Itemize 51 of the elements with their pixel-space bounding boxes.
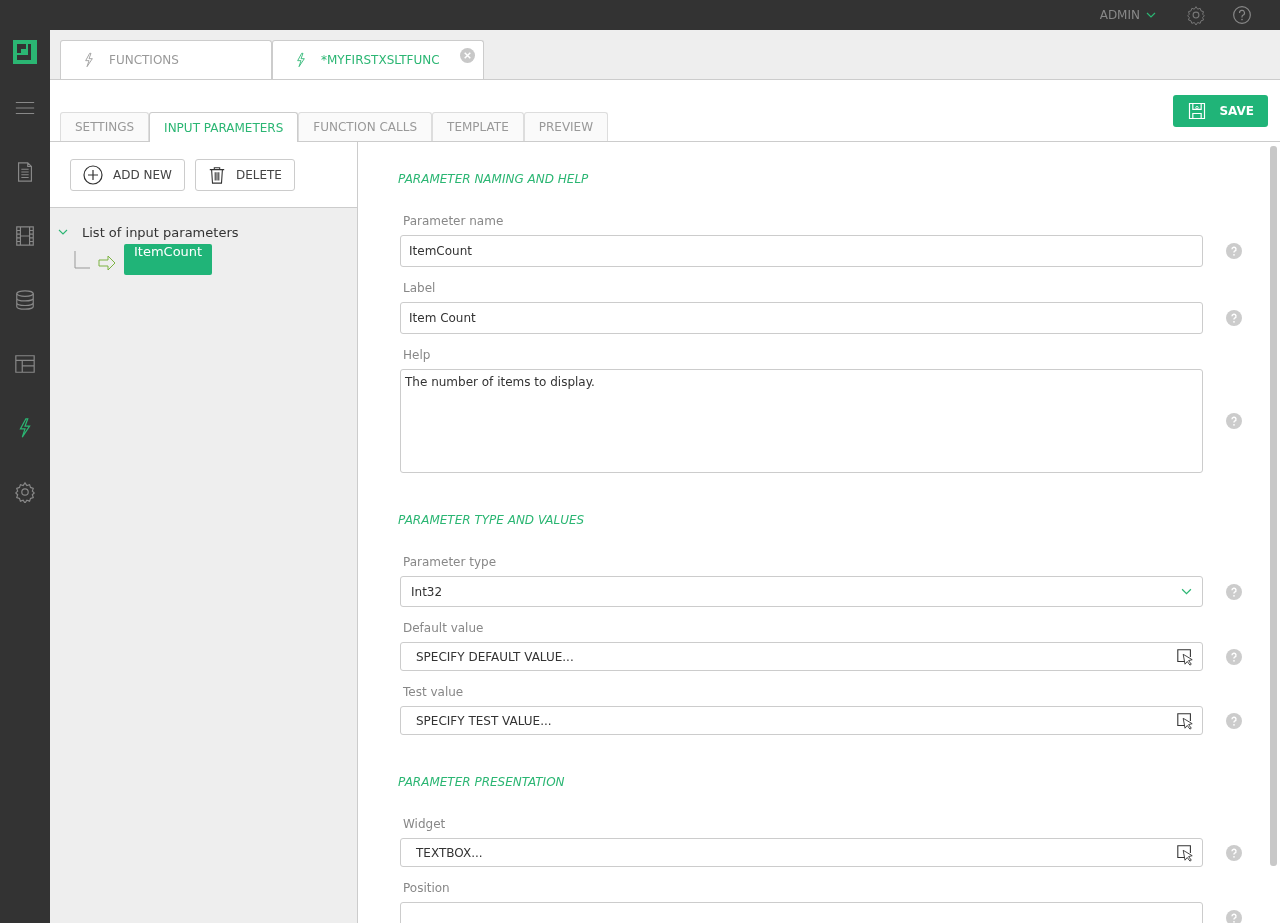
help-icon[interactable]	[1226, 243, 1242, 259]
tab-label: FUNCTIONS	[109, 53, 180, 67]
expand-caret-icon[interactable]	[58, 227, 68, 237]
delete-button[interactable]: DELETE	[194, 158, 295, 191]
arrow-right-icon	[98, 255, 116, 271]
field-label: Test value	[403, 685, 465, 699]
cursor-icon[interactable]	[1176, 843, 1194, 862]
help-icon[interactable]	[1232, 5, 1252, 25]
add-button[interactable]: ADD NEW	[70, 158, 185, 191]
field-label: Help	[403, 348, 432, 362]
help-textarea[interactable]: The number of items to display.	[400, 369, 1203, 473]
chevron-down-icon	[1181, 588, 1192, 595]
help-icon[interactable]	[1226, 583, 1242, 600]
floppy-disk-icon	[1187, 101, 1208, 121]
user-menu[interactable]: ADMIN	[1099, 8, 1156, 22]
tab-label: *MYFIRSTXSLTFUNC	[321, 53, 441, 67]
input-field[interactable]: ItemCount	[400, 235, 1203, 267]
field-label: Parameter name	[403, 214, 505, 228]
tree-connector	[74, 251, 90, 269]
close-icon[interactable]	[460, 47, 475, 63]
field-label: Default value	[403, 621, 485, 635]
scrollbar[interactable]	[1270, 146, 1277, 866]
help-icon[interactable]	[1226, 844, 1242, 861]
value-picker[interactable]: SPECIFY DEFAULT VALUE...	[400, 642, 1203, 671]
plus-circle-icon	[83, 164, 103, 185]
settings-icon[interactable]	[1186, 5, 1206, 25]
film-icon[interactable]	[13, 225, 37, 249]
help-icon[interactable]	[1226, 648, 1242, 665]
help-icon[interactable]	[1226, 413, 1242, 429]
value-picker[interactable]: SPECIFY TEST VALUE...	[400, 706, 1203, 735]
help-icon[interactable]	[1226, 910, 1242, 923]
input-field[interactable]: Item Count	[400, 302, 1203, 334]
value-picker[interactable]: TEXTBOX...	[400, 838, 1203, 867]
database-icon[interactable]	[13, 289, 37, 313]
section-heading: PARAMETER PRESENTATION	[398, 775, 566, 789]
help-icon[interactable]	[1226, 712, 1242, 729]
cursor-icon[interactable]	[1176, 647, 1194, 666]
section-heading: PARAMETER NAMING AND HELP	[398, 172, 590, 186]
section-heading: PARAMETER TYPE AND VALUES	[398, 513, 586, 527]
field-label: Position	[403, 881, 451, 895]
trash-icon	[207, 164, 226, 185]
cursor-icon[interactable]	[1176, 711, 1194, 730]
settings-icon[interactable]	[13, 481, 37, 505]
help-icon[interactable]	[1226, 310, 1242, 326]
field-label: Parameter type	[403, 555, 498, 569]
chevron-down-icon	[1146, 12, 1156, 18]
tree-item[interactable]: List of input parameters	[78, 221, 243, 243]
logo-icon[interactable]	[13, 40, 37, 64]
type-dropdown[interactable]: Int32	[400, 576, 1203, 607]
field-label: Label	[403, 281, 437, 295]
field-label: Widget	[403, 817, 447, 831]
